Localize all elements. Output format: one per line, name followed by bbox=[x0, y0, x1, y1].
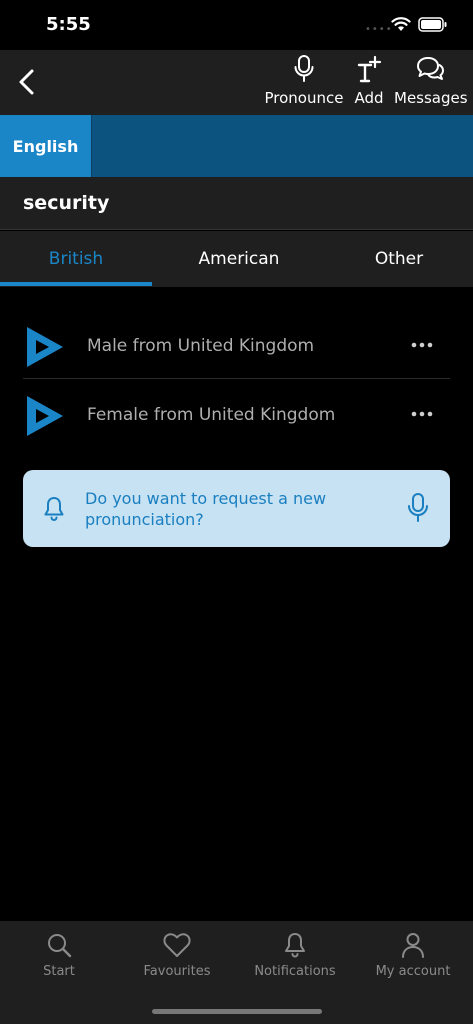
pronunciation-label: Male from United Kingdom bbox=[87, 336, 315, 356]
heart-icon bbox=[163, 933, 191, 957]
nav-notifications-label: Notifications bbox=[254, 964, 336, 979]
nav-my-account[interactable]: My account bbox=[354, 931, 472, 979]
nav-favourites-label: Favourites bbox=[143, 964, 211, 979]
word-header: security bbox=[0, 177, 473, 230]
microphone-icon[interactable] bbox=[406, 492, 430, 524]
more-options-icon[interactable] bbox=[409, 338, 435, 352]
chat-bubbles-icon bbox=[417, 57, 444, 80]
divider bbox=[23, 378, 450, 379]
bell-icon bbox=[44, 497, 64, 521]
nav-favourites[interactable]: Favourites bbox=[118, 931, 236, 979]
request-pronunciation-card[interactable]: Do you want to request a new pronunciati… bbox=[23, 470, 450, 547]
back-arrow-icon[interactable] bbox=[14, 66, 40, 98]
language-tab-english[interactable]: English bbox=[0, 115, 92, 177]
active-tab-indicator bbox=[0, 282, 152, 286]
status-bar: 5:55 •••• bbox=[0, 0, 473, 50]
nav-notifications[interactable]: Notifications bbox=[236, 931, 354, 979]
language-bar: English bbox=[0, 115, 473, 177]
home-indicator bbox=[152, 1009, 322, 1014]
add-text-icon bbox=[357, 55, 382, 83]
messages-label: Messages bbox=[394, 89, 468, 107]
tab-british[interactable]: British bbox=[0, 231, 152, 287]
add-button[interactable]: Add bbox=[350, 54, 388, 112]
bell-icon bbox=[285, 933, 305, 958]
add-label: Add bbox=[354, 89, 384, 107]
messages-button[interactable]: Messages bbox=[394, 54, 468, 112]
nav-start-label: Start bbox=[43, 964, 75, 979]
play-icon[interactable] bbox=[25, 394, 65, 438]
request-prompt: Do you want to request a new pronunciati… bbox=[85, 489, 327, 529]
accent-tabs: British American Other bbox=[0, 231, 473, 287]
pronunciation-item[interactable]: Male from United Kingdom bbox=[23, 312, 450, 380]
pronounce-label: Pronounce bbox=[264, 89, 344, 107]
pronounce-button[interactable]: Pronounce bbox=[264, 54, 344, 112]
more-options-icon[interactable] bbox=[409, 407, 435, 421]
pronunciation-label: Female from United Kingdom bbox=[87, 405, 336, 425]
search-icon bbox=[48, 934, 72, 958]
top-bar: Pronounce Add Messages bbox=[0, 50, 473, 115]
wifi-icon bbox=[391, 17, 411, 31]
battery-icon bbox=[418, 17, 447, 32]
person-icon bbox=[402, 933, 424, 958]
play-icon[interactable] bbox=[25, 325, 65, 369]
signal-icon: •••• bbox=[365, 24, 393, 35]
tab-american[interactable]: American bbox=[164, 231, 314, 287]
microphone-icon bbox=[294, 55, 314, 82]
pronunciation-item[interactable]: Female from United Kingdom bbox=[23, 381, 450, 449]
nav-start[interactable]: Start bbox=[0, 931, 118, 979]
nav-my-account-label: My account bbox=[375, 964, 451, 979]
word-title: security bbox=[23, 192, 110, 214]
status-time: 5:55 bbox=[46, 14, 91, 35]
tab-other[interactable]: Other bbox=[326, 231, 472, 287]
